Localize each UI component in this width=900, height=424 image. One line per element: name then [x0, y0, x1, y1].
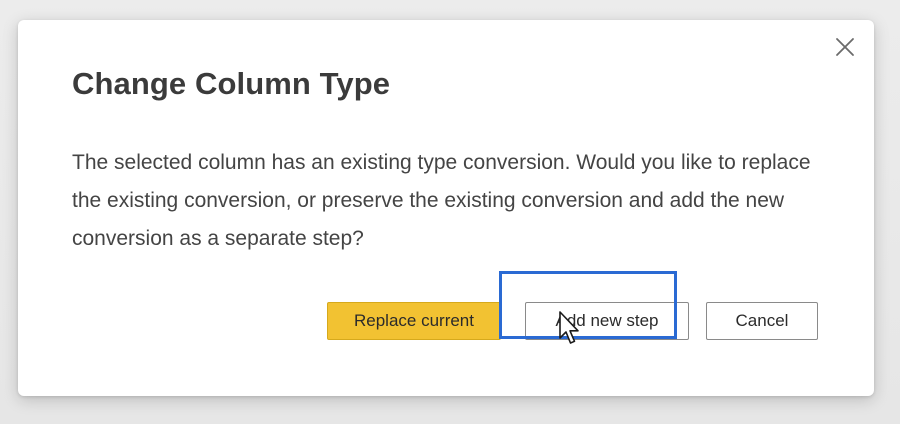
add-new-step-label: Add new step — [555, 311, 659, 330]
dialog-message: The selected column has an existing type… — [72, 151, 811, 250]
cancel-button[interactable]: Cancel — [706, 302, 818, 340]
replace-current-button[interactable]: Replace current — [327, 302, 501, 340]
close-icon — [834, 36, 856, 58]
close-button[interactable] — [834, 36, 856, 58]
add-new-step-button[interactable]: Add new step — [525, 302, 689, 340]
replace-current-label: Replace current — [353, 311, 474, 330]
dialog-title: Change Column Type — [72, 66, 391, 101]
change-column-type-dialog: Change Column Type The selected column h… — [18, 20, 874, 396]
cancel-label: Cancel — [735, 311, 789, 330]
